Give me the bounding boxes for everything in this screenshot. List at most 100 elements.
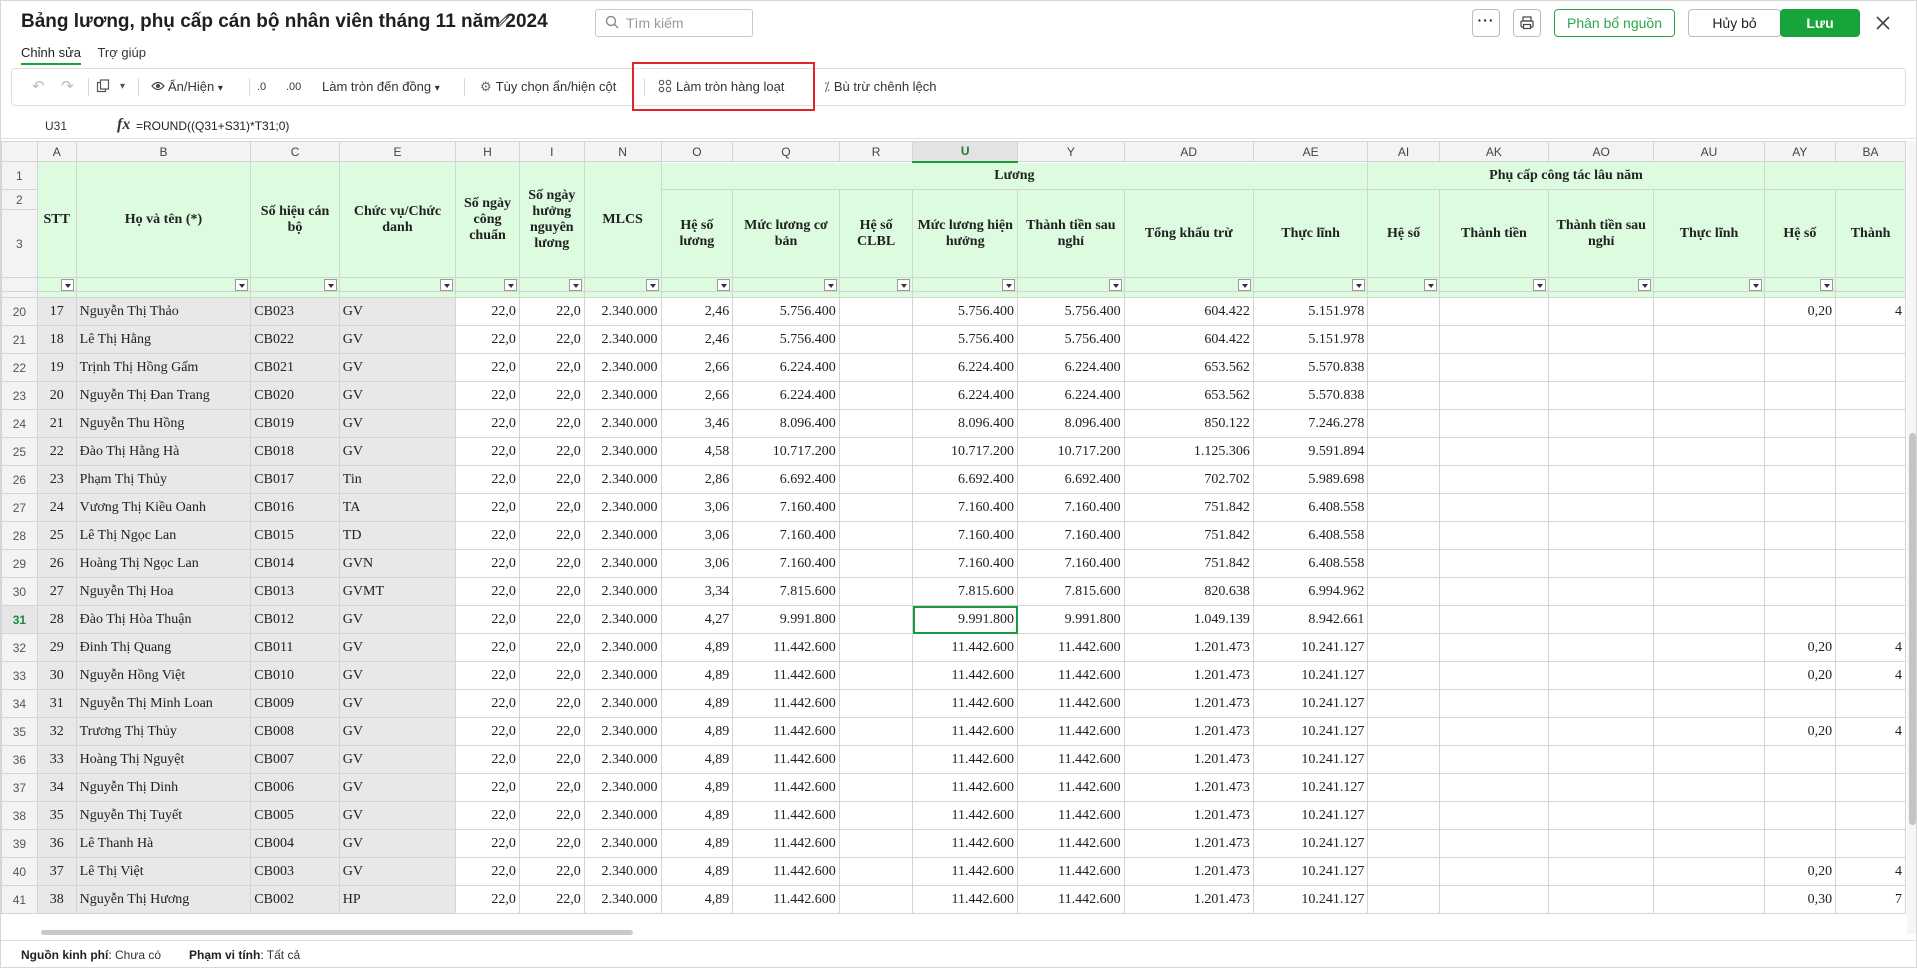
cell-mlcs[interactable]: 2.340.000: [583, 745, 662, 774]
cell-ba-amount[interactable]: [1835, 325, 1906, 354]
cell-mlcs[interactable]: 2.340.000: [583, 633, 662, 662]
cell-ay-coef[interactable]: [1763, 353, 1837, 382]
search-input[interactable]: [626, 13, 746, 33]
cell-deduction[interactable]: 604.422: [1123, 325, 1254, 354]
cell-net[interactable]: 5.151.978: [1252, 297, 1369, 326]
cell-allowance-after[interactable]: [1548, 689, 1655, 718]
cell-current-salary[interactable]: 11.442.600: [912, 829, 1019, 858]
cell-allowance-amount[interactable]: [1438, 353, 1550, 382]
row-number[interactable]: 36: [1, 745, 38, 774]
filter-dropdown-icon[interactable]: [60, 279, 74, 291]
cell-after-leave[interactable]: 7.160.400: [1017, 549, 1125, 578]
cell-deduction[interactable]: 653.562: [1123, 381, 1254, 410]
cell-mlcs[interactable]: 2.340.000: [583, 465, 662, 494]
cell-clbl[interactable]: [838, 381, 914, 410]
horizontal-scrollbar[interactable]: [41, 930, 633, 935]
cell-current-salary[interactable]: 7.160.400: [912, 549, 1019, 578]
cell-current-salary[interactable]: 11.442.600: [912, 857, 1019, 886]
cell-clbl[interactable]: [838, 409, 914, 438]
row-number[interactable]: 28: [1, 521, 38, 550]
cell-stt[interactable]: 33: [36, 745, 77, 774]
cell-name[interactable]: Lê Thanh Hà: [75, 829, 252, 858]
cell-days-standard[interactable]: 22,0: [455, 857, 520, 886]
cell-name[interactable]: Đào Thị Hòa Thuận: [75, 605, 252, 634]
cell-net[interactable]: 10.241.127: [1252, 689, 1369, 718]
cell-ay-coef[interactable]: [1763, 745, 1837, 774]
cell-ba-amount[interactable]: [1835, 773, 1906, 802]
row-number[interactable]: 33: [1, 661, 38, 690]
cell-base-salary[interactable]: 7.160.400: [732, 521, 840, 550]
cell-net[interactable]: 10.241.127: [1252, 885, 1369, 914]
cancel-button[interactable]: Hủy bỏ: [1688, 9, 1781, 37]
cell-after-leave[interactable]: 5.756.400: [1017, 297, 1125, 326]
cell-after-leave[interactable]: 11.442.600: [1017, 745, 1125, 774]
cell-coef[interactable]: 3,46: [660, 409, 734, 438]
cell-net[interactable]: 6.408.558: [1252, 493, 1369, 522]
filter-dropdown-icon[interactable]: [1820, 279, 1834, 291]
cell-current-salary[interactable]: 11.442.600: [912, 633, 1019, 662]
cell-ba-amount[interactable]: [1835, 437, 1906, 466]
cell-allowance-coef[interactable]: [1367, 493, 1440, 522]
cell-position[interactable]: GV: [338, 801, 457, 830]
column-letter[interactable]: AO: [1548, 141, 1655, 162]
cell-allowance-amount[interactable]: [1438, 801, 1550, 830]
cell-allowance-amount[interactable]: [1438, 549, 1550, 578]
cell-name[interactable]: Đào Thị Hằng Hà: [75, 437, 252, 466]
cell-ba-amount[interactable]: [1835, 605, 1906, 634]
cell-days-standard[interactable]: 22,0: [455, 325, 520, 354]
cell-coef[interactable]: 4,27: [660, 605, 734, 634]
cell-ay-coef[interactable]: [1763, 381, 1837, 410]
pencil-icon[interactable]: [495, 13, 513, 31]
cell-stt[interactable]: 20: [36, 381, 77, 410]
cell-allowance-net[interactable]: [1653, 465, 1765, 494]
cell-current-salary[interactable]: 6.224.400: [912, 381, 1019, 410]
cell-current-salary[interactable]: 7.160.400: [912, 493, 1019, 522]
cell-deduction[interactable]: 820.638: [1123, 577, 1254, 606]
cell-stt[interactable]: 17: [36, 297, 77, 326]
cell-code[interactable]: CB016: [250, 493, 340, 522]
cell-current-salary[interactable]: 5.756.400: [912, 297, 1019, 326]
cell-clbl[interactable]: [838, 325, 914, 354]
cell-allowance-net[interactable]: [1653, 801, 1765, 830]
cell-allowance-coef[interactable]: [1367, 605, 1440, 634]
cell-name[interactable]: Hoàng Thị Ngọc Lan: [75, 549, 252, 578]
cell-allowance-net[interactable]: [1653, 381, 1765, 410]
cell-base-salary[interactable]: 7.160.400: [732, 549, 840, 578]
column-letter[interactable]: AD: [1123, 141, 1254, 162]
cell-name[interactable]: Đinh Thị Quang: [75, 633, 252, 662]
column-letter[interactable]: A: [36, 141, 77, 162]
cell-days-standard[interactable]: 22,0: [455, 549, 520, 578]
cell-stt[interactable]: 34: [36, 773, 77, 802]
cell-mlcs[interactable]: 2.340.000: [583, 717, 662, 746]
cell-mlcs[interactable]: 2.340.000: [583, 605, 662, 634]
cell-mlcs[interactable]: 2.340.000: [583, 829, 662, 858]
cell-position[interactable]: Tin: [338, 465, 457, 494]
cell-position[interactable]: GV: [338, 381, 457, 410]
cell-ay-coef[interactable]: [1763, 465, 1837, 494]
cell-name[interactable]: Phạm Thị Thủy: [75, 465, 252, 494]
cell-position[interactable]: HP: [338, 885, 457, 914]
cell-ba-amount[interactable]: [1835, 409, 1906, 438]
cell-days-standard[interactable]: 22,0: [455, 297, 520, 326]
cell-allowance-coef[interactable]: [1367, 801, 1440, 830]
cell-ay-coef[interactable]: [1763, 325, 1837, 354]
cell-days-paid[interactable]: 22,0: [518, 605, 585, 634]
cell-days-paid[interactable]: 22,0: [518, 409, 585, 438]
cell-stt[interactable]: 29: [36, 633, 77, 662]
column-letter[interactable]: B: [75, 141, 252, 162]
cell-days-paid[interactable]: 22,0: [518, 829, 585, 858]
filter-dropdown-icon[interactable]: [1352, 279, 1366, 291]
cell-stt[interactable]: 35: [36, 801, 77, 830]
cell-current-salary[interactable]: 11.442.600: [912, 717, 1019, 746]
cell-mlcs[interactable]: 2.340.000: [583, 857, 662, 886]
cell-name[interactable]: Nguyễn Thị Tuyết: [75, 801, 252, 830]
cell-after-leave[interactable]: 6.224.400: [1017, 353, 1125, 382]
cell-base-salary[interactable]: 11.442.600: [732, 885, 840, 914]
filter-dropdown-icon[interactable]: [1237, 279, 1251, 291]
cell-allowance-amount[interactable]: [1438, 493, 1550, 522]
cell-net[interactable]: 10.241.127: [1252, 773, 1369, 802]
cell-allowance-net[interactable]: [1653, 409, 1765, 438]
cell-days-paid[interactable]: 22,0: [518, 773, 585, 802]
cell-position[interactable]: GV: [338, 689, 457, 718]
cell-position[interactable]: GV: [338, 437, 457, 466]
